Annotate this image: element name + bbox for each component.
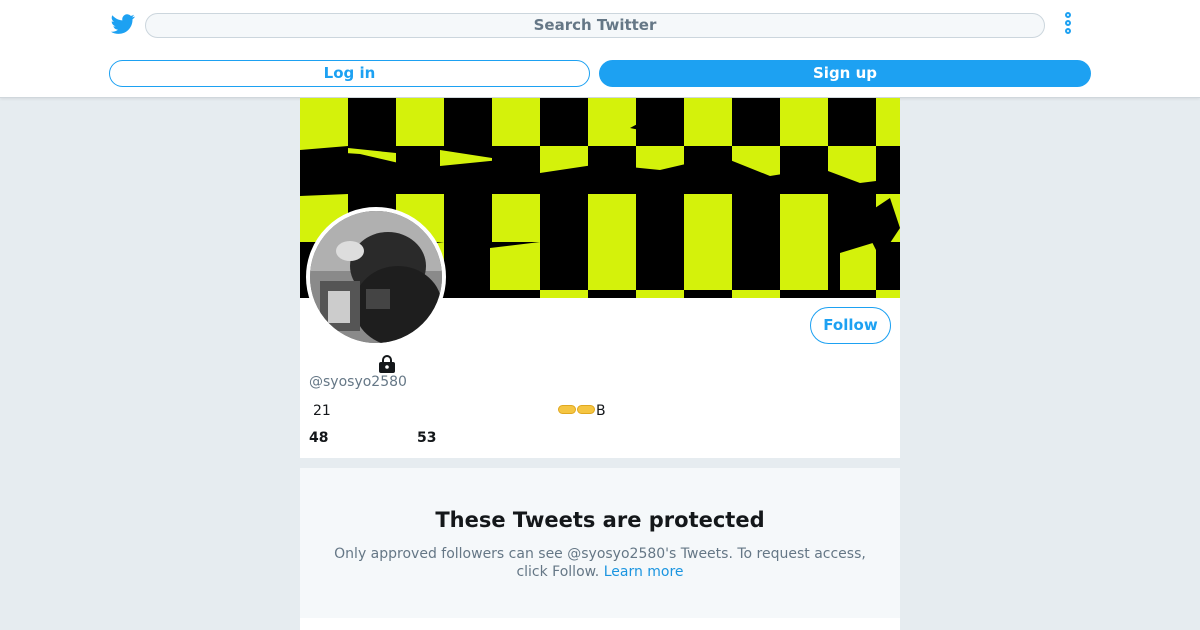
avatar[interactable] xyxy=(306,207,446,347)
bio-emoji: B xyxy=(558,403,606,419)
bio-number: 21 xyxy=(313,403,331,419)
profile-handle: @syosyo2580 xyxy=(309,374,407,390)
search-input[interactable]: Search Twitter xyxy=(145,13,1045,38)
fist-emoji-icon xyxy=(558,405,576,414)
bio-suffix: B xyxy=(596,403,606,419)
signup-button[interactable]: Sign up xyxy=(599,60,1091,87)
protected-message-text: Only approved followers can see @syosyo2… xyxy=(334,546,866,580)
followers-count[interactable]: 53 xyxy=(417,430,436,446)
twitter-bird-icon[interactable] xyxy=(110,12,136,36)
learn-more-link[interactable]: Learn more xyxy=(604,564,684,580)
top-header: Search Twitter Log in Sign up xyxy=(0,0,1200,98)
protected-notice: These Tweets are protected Only approved… xyxy=(300,468,900,618)
lock-icon xyxy=(379,355,395,373)
following-count[interactable]: 48 xyxy=(309,430,328,446)
fist-emoji-icon xyxy=(577,405,595,414)
more-vertical-icon[interactable] xyxy=(1058,11,1078,39)
follow-button[interactable]: Follow xyxy=(810,307,891,344)
login-button[interactable]: Log in xyxy=(109,60,590,87)
protected-message: Only approved followers can see @syosyo2… xyxy=(330,545,870,581)
protected-title: These Tweets are protected xyxy=(435,508,765,532)
timeline-edge xyxy=(300,618,900,630)
